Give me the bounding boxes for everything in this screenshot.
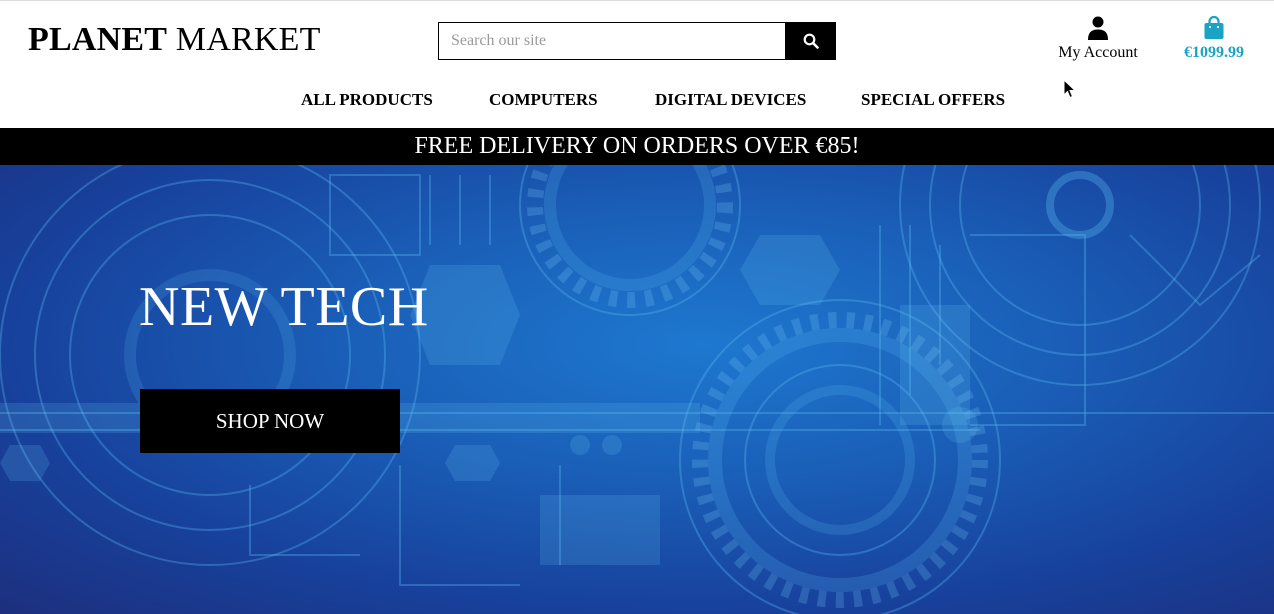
search-input[interactable] xyxy=(438,22,786,60)
mouse-cursor-icon xyxy=(1063,79,1077,99)
hero-section: NEW TECH SHOP NOW xyxy=(0,165,1274,614)
site-header: PLANET MARKET My Account €1099.99 ALL PR… xyxy=(0,0,1274,128)
user-icon xyxy=(1088,16,1108,40)
search-bar xyxy=(438,22,836,60)
nav-item-computers[interactable]: COMPUTERS xyxy=(489,90,598,110)
logo-bold-text: PLANET xyxy=(28,21,168,58)
bag-total: €1099.99 xyxy=(1184,44,1244,61)
search-icon xyxy=(803,33,819,49)
nav-item-digital-devices[interactable]: DIGITAL DEVICES xyxy=(655,90,806,110)
promo-banner: FREE DELIVERY ON ORDERS OVER €85! xyxy=(0,128,1274,165)
shop-now-button[interactable]: SHOP NOW xyxy=(140,389,400,453)
my-account-label: My Account xyxy=(1058,44,1138,61)
promo-banner-text: FREE DELIVERY ON ORDERS OVER €85! xyxy=(414,133,860,159)
shopping-bag-link[interactable]: €1099.99 xyxy=(1176,15,1252,62)
logo-rest-text: MARKET xyxy=(167,21,321,58)
site-logo[interactable]: PLANET MARKET xyxy=(28,21,321,59)
main-nav: ALL PRODUCTS COMPUTERS DIGITAL DEVICES S… xyxy=(0,90,1274,112)
shopping-bag-icon xyxy=(1204,15,1224,39)
my-account-link[interactable]: My Account xyxy=(1052,15,1144,62)
nav-item-special-offers[interactable]: SPECIAL OFFERS xyxy=(861,90,1005,110)
hero-title: NEW TECH xyxy=(139,276,429,338)
nav-item-all-products[interactable]: ALL PRODUCTS xyxy=(301,90,433,110)
search-button[interactable] xyxy=(786,22,836,60)
